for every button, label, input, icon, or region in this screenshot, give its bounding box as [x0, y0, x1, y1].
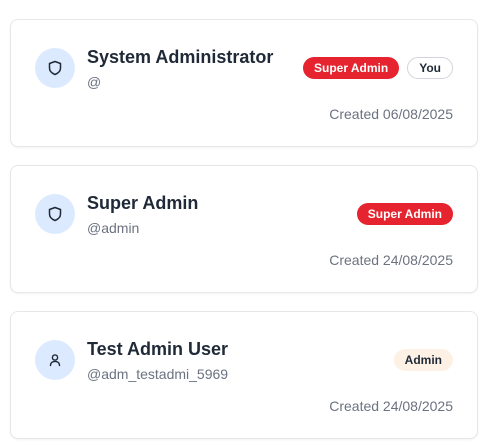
- avatar: [35, 48, 75, 88]
- shield-icon: [48, 206, 62, 222]
- user-name: System Administrator: [87, 47, 274, 67]
- user-name: Test Admin User: [87, 339, 229, 359]
- created-date: Created 06/08/2025: [329, 106, 453, 122]
- user-card[interactable]: System Administrator @ Super Admin You C…: [10, 19, 478, 147]
- user-name: Super Admin: [87, 193, 199, 213]
- user-card[interactable]: Test Admin User @adm_testadmi_5969 Admin…: [10, 311, 478, 439]
- user-icon: [48, 353, 62, 367]
- created-date: Created 24/08/2025: [329, 252, 453, 268]
- user-handle: @admin: [87, 220, 140, 236]
- badge-group: Super Admin You: [302, 57, 453, 79]
- user-handle: @: [87, 74, 102, 90]
- role-badge: Super Admin: [356, 203, 453, 225]
- created-date: Created 24/08/2025: [329, 398, 453, 414]
- shield-icon: [48, 60, 62, 76]
- user-handle: @adm_testadmi_5969: [87, 366, 229, 382]
- badge-group: Super Admin: [356, 203, 453, 225]
- role-badge: Super Admin: [302, 57, 400, 79]
- role-badge: Admin: [393, 349, 453, 371]
- avatar: [35, 340, 75, 380]
- you-badge: You: [407, 57, 453, 79]
- avatar: [35, 194, 75, 234]
- badge-group: Admin: [393, 349, 453, 371]
- user-card[interactable]: Super Admin @admin Super Admin Created 2…: [10, 165, 478, 293]
